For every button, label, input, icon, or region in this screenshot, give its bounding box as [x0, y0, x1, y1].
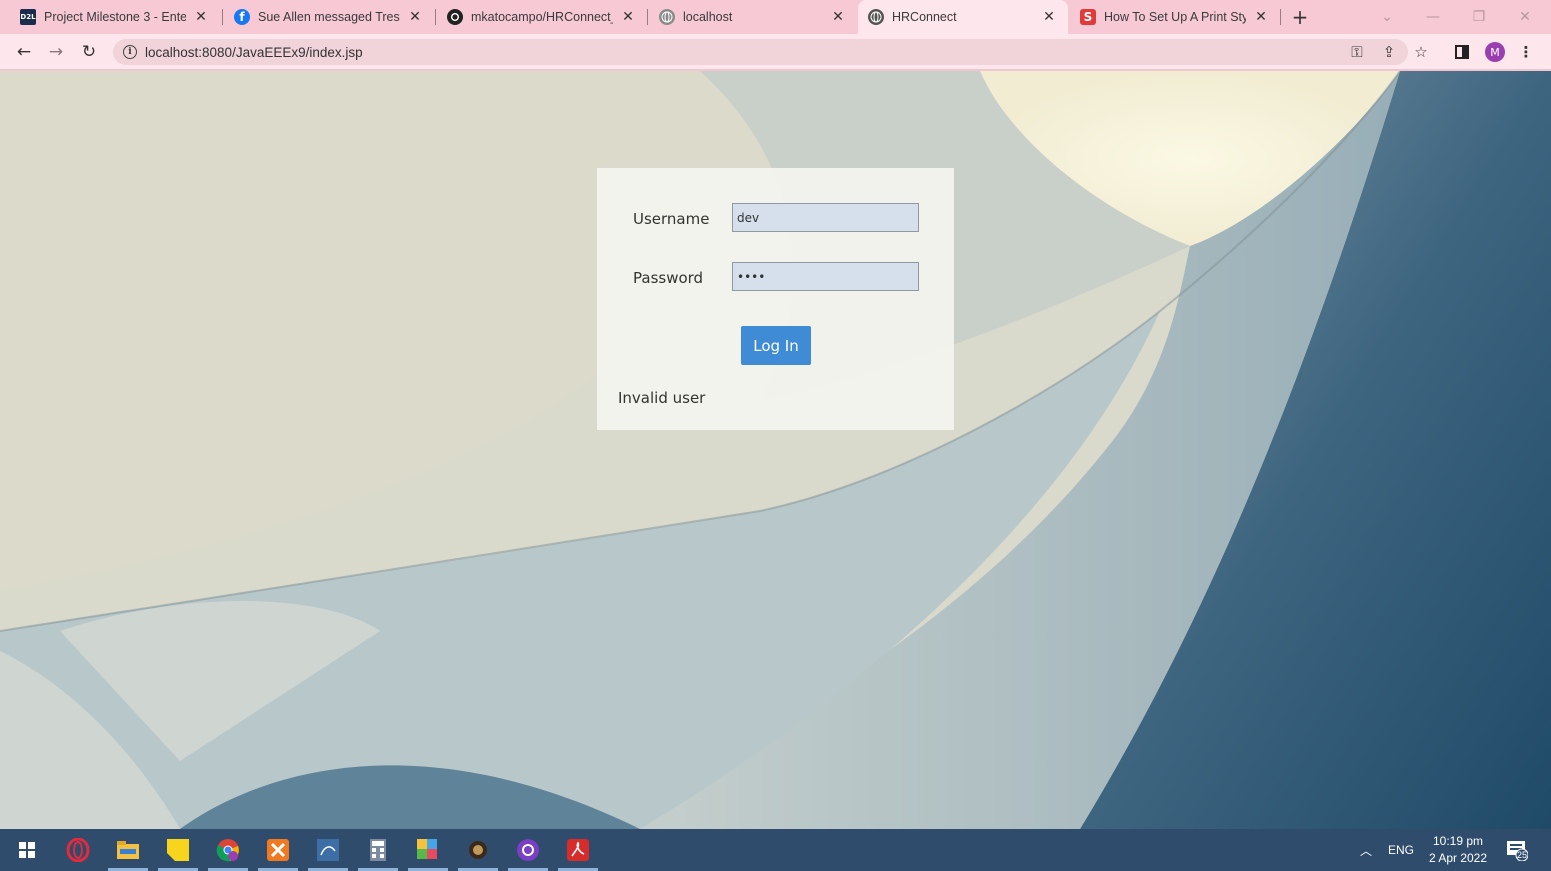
windows-start-icon[interactable] — [7, 833, 47, 867]
notification-count: 25 — [1517, 850, 1528, 860]
back-icon[interactable]: ← — [10, 38, 38, 66]
tab-separator — [647, 9, 648, 25]
mysql-workbench-icon[interactable] — [308, 833, 348, 871]
close-icon[interactable]: ✕ — [1040, 8, 1058, 26]
language-indicator[interactable]: ENG — [1388, 829, 1414, 871]
s-icon: S — [1080, 9, 1096, 25]
url-text: localhost:8080/JavaEEEx9/index.jsp — [145, 44, 363, 60]
tab-hrconnect[interactable]: HRConnect ✕ — [858, 0, 1068, 34]
tab-separator — [1280, 9, 1281, 25]
address-bar[interactable]: i localhost:8080/JavaEEEx9/index.jsp — [113, 39, 1408, 65]
tab-project-milestone[interactable]: D2L Project Milestone 3 - Enterp ✕ — [10, 0, 220, 34]
tab-separator — [435, 9, 436, 25]
close-icon[interactable]: ✕ — [192, 8, 210, 26]
github-desktop-icon[interactable] — [508, 833, 548, 871]
profile-avatar[interactable]: M — [1485, 42, 1505, 62]
restore-icon[interactable]: ❐ — [1456, 0, 1502, 34]
close-icon[interactable]: ✕ — [1252, 8, 1270, 26]
close-icon[interactable]: ✕ — [406, 8, 424, 26]
d2l-icon: D2L — [20, 9, 36, 25]
tab-print-style[interactable]: S How To Set Up A Print Style ✕ — [1070, 0, 1280, 34]
opera-icon[interactable] — [58, 833, 98, 867]
menu-icon[interactable]: ⋮ — [1514, 40, 1538, 64]
file-explorer-icon[interactable] — [108, 833, 148, 871]
share-icon[interactable]: ⇪ — [1377, 40, 1401, 64]
tab-separator — [222, 9, 223, 25]
page-viewport: Username Password Log In Invalid user — [0, 71, 1551, 829]
tab-github[interactable]: mkatocampo/HRConnect_ ✕ — [437, 0, 647, 34]
tab-localhost[interactable]: localhost ✕ — [649, 0, 857, 34]
log-in-button[interactable]: Log In — [741, 326, 811, 365]
browser-toolbar: ← → ↻ i localhost:8080/JavaEEEx9/index.j… — [0, 34, 1551, 70]
clock-date: 2 Apr 2022 — [1428, 851, 1488, 865]
close-icon[interactable]: ✕ — [619, 8, 637, 26]
calculator-icon[interactable] — [358, 833, 398, 871]
window-close-icon[interactable]: ✕ — [1502, 0, 1548, 34]
minimize-icon[interactable]: — — [1410, 0, 1456, 34]
sticky-notes-icon[interactable] — [158, 833, 198, 871]
system-clock[interactable]: 10:19 pm 2 Apr 2022 — [1420, 833, 1496, 867]
close-icon[interactable]: ✕ — [829, 8, 847, 26]
tray-overflow-icon[interactable]: ︿ — [1360, 829, 1372, 871]
new-tab-button[interactable]: + — [1288, 5, 1312, 29]
tab-title: Project Milestone 3 - Enterp — [44, 10, 186, 24]
forward-icon[interactable]: → — [42, 38, 70, 66]
bookmark-star-icon[interactable]: ☆ — [1409, 40, 1433, 64]
clock-time: 10:19 pm — [1432, 834, 1484, 848]
facebook-icon: f — [234, 9, 250, 25]
notifications-icon[interactable]: 25 — [1506, 829, 1528, 871]
username-label: Username — [633, 210, 710, 228]
acrobat-icon[interactable] — [558, 833, 598, 871]
error-message: Invalid user — [618, 389, 706, 407]
chrome-icon[interactable] — [208, 833, 248, 871]
tab-title: Sue Allen messaged Tres M — [258, 10, 400, 24]
globe-icon — [868, 9, 884, 25]
tab-title: localhost — [683, 10, 733, 24]
taskbar: ︿ ENG 10:19 pm 2 Apr 2022 25 — [0, 829, 1551, 871]
tab-search-icon[interactable]: ⌄ — [1364, 0, 1410, 34]
paint-icon[interactable] — [408, 833, 448, 871]
password-label: Password — [633, 269, 704, 287]
xampp-icon[interactable] — [258, 833, 298, 871]
tab-title: mkatocampo/HRConnect_ — [471, 10, 613, 24]
app-icon[interactable] — [458, 833, 498, 871]
key-icon[interactable]: ⚿ — [1345, 40, 1369, 64]
info-icon[interactable]: i — [123, 45, 137, 59]
tab-strip: D2L Project Milestone 3 - Enterp ✕ f Sue… — [0, 0, 1551, 34]
tab-title: HRConnect — [892, 10, 957, 24]
password-input[interactable] — [732, 262, 919, 291]
reload-icon[interactable]: ↻ — [75, 38, 103, 66]
tab-facebook[interactable]: f Sue Allen messaged Tres M ✕ — [224, 0, 434, 34]
username-input[interactable] — [732, 203, 919, 232]
side-panel-icon[interactable] — [1450, 40, 1474, 64]
github-icon — [447, 9, 463, 25]
globe-icon — [659, 9, 675, 25]
tab-title: How To Set Up A Print Style — [1104, 10, 1246, 24]
